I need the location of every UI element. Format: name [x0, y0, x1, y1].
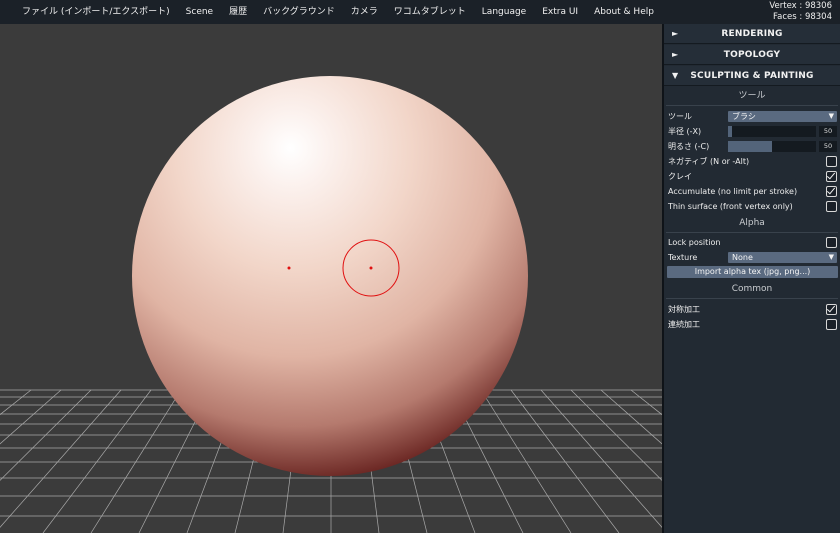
section-common: Common: [666, 280, 838, 299]
folder-topology-title: TOPOLOGY: [723, 49, 781, 60]
thin-surface-checkbox[interactable]: [826, 201, 837, 212]
continuous-row: 連続加工: [664, 317, 840, 332]
menu-bar: ファイル (インポート/エクスポート) Scene 履歴 バックグラウンド カメ…: [0, 0, 840, 24]
menu-background[interactable]: バックグラウンド: [255, 0, 343, 24]
symmetry-point: [287, 266, 291, 270]
negative-row: ネガティブ (N or -Alt): [664, 154, 840, 169]
section-alpha: Alpha: [666, 214, 838, 233]
side-panel: ► RENDERING ► TOPOLOGY ▼ SCULPTING & PAI…: [662, 24, 840, 533]
clay-checkbox[interactable]: [826, 171, 837, 182]
continuous-label: 連続加工: [668, 320, 700, 329]
clay-row: クレイ: [664, 169, 840, 184]
negative-label: ネガティブ (N or -Alt): [668, 157, 750, 166]
tool-row: ツール ブラシ ▼: [664, 109, 840, 124]
3d-viewport[interactable]: [0, 24, 662, 533]
symmetry-row: 対称加工: [664, 302, 840, 317]
sphere-mesh[interactable]: [132, 76, 528, 476]
menu-extra-ui[interactable]: Extra UI: [534, 0, 586, 24]
import-alpha-button[interactable]: Import alpha tex (jpg, png...): [667, 266, 838, 278]
lock-position-checkbox[interactable]: [826, 237, 837, 248]
accumulate-label: Accumulate (no limit per stroke): [668, 187, 798, 196]
menu-wacom-tablet[interactable]: ワコムタブレット: [386, 0, 474, 24]
negative-checkbox[interactable]: [826, 156, 837, 167]
thin-surface-label: Thin surface (front vertex only): [668, 202, 793, 211]
arrow-right-icon: ►: [672, 50, 679, 59]
caret-down-icon: ▼: [828, 253, 834, 261]
viewport-canvas[interactable]: [0, 24, 662, 533]
menu-file[interactable]: ファイル (インポート/エクスポート): [0, 0, 178, 24]
faces-count: Faces : 98304: [773, 12, 832, 22]
radius-slider[interactable]: [728, 126, 816, 137]
mesh-stats: Vertex : 98306 Faces : 98304: [769, 1, 832, 23]
menu-scene[interactable]: Scene: [178, 0, 221, 24]
radius-label: 半径 (-X): [668, 127, 702, 136]
menu-language[interactable]: Language: [474, 0, 534, 24]
arrow-right-icon: ►: [672, 29, 679, 38]
tool-label: ツール: [668, 112, 692, 121]
folder-rendering[interactable]: ► RENDERING: [664, 24, 840, 44]
radius-slider-fill: [728, 126, 733, 137]
lock-position-row: Lock position: [664, 235, 840, 250]
folder-sculpting-title: SCULPTING & PAINTING: [690, 70, 814, 81]
radius-row: 半径 (-X) 50: [664, 124, 840, 139]
tool-select-value: ブラシ: [732, 112, 756, 121]
intensity-label: 明るさ (-C): [668, 142, 710, 151]
caret-down-icon: ▼: [828, 112, 834, 120]
folder-sculpting-painting[interactable]: ▼ SCULPTING & PAINTING: [664, 66, 840, 86]
arrow-down-icon: ▼: [672, 71, 679, 80]
folder-topology[interactable]: ► TOPOLOGY: [664, 45, 840, 65]
section-tool: ツール: [666, 87, 838, 106]
intensity-slider-fill: [728, 141, 772, 152]
intensity-slider[interactable]: [728, 141, 816, 152]
vertex-count: Vertex : 98306: [769, 1, 832, 11]
menu-about-help[interactable]: About & Help: [586, 0, 662, 24]
folder-rendering-title: RENDERING: [721, 28, 783, 39]
menu-camera[interactable]: カメラ: [343, 0, 386, 24]
brush-cursor-center: [369, 266, 373, 270]
texture-select[interactable]: None ▼: [728, 252, 837, 263]
texture-select-value: None: [732, 253, 753, 262]
menu-history[interactable]: 履歴: [221, 0, 255, 24]
accumulate-row: Accumulate (no limit per stroke): [664, 184, 840, 199]
accumulate-checkbox[interactable]: [826, 186, 837, 197]
lock-position-label: Lock position: [668, 238, 721, 247]
radius-value[interactable]: 50: [819, 126, 837, 137]
intensity-value[interactable]: 50: [819, 141, 837, 152]
continuous-checkbox[interactable]: [826, 319, 837, 330]
texture-row: Texture None ▼: [664, 250, 840, 265]
intensity-row: 明るさ (-C) 50: [664, 139, 840, 154]
tool-select[interactable]: ブラシ ▼: [728, 111, 837, 122]
symmetry-label: 対称加工: [668, 305, 700, 314]
clay-label: クレイ: [668, 172, 692, 181]
thin-surface-row: Thin surface (front vertex only): [664, 199, 840, 214]
symmetry-checkbox[interactable]: [826, 304, 837, 315]
texture-label: Texture: [668, 253, 698, 262]
